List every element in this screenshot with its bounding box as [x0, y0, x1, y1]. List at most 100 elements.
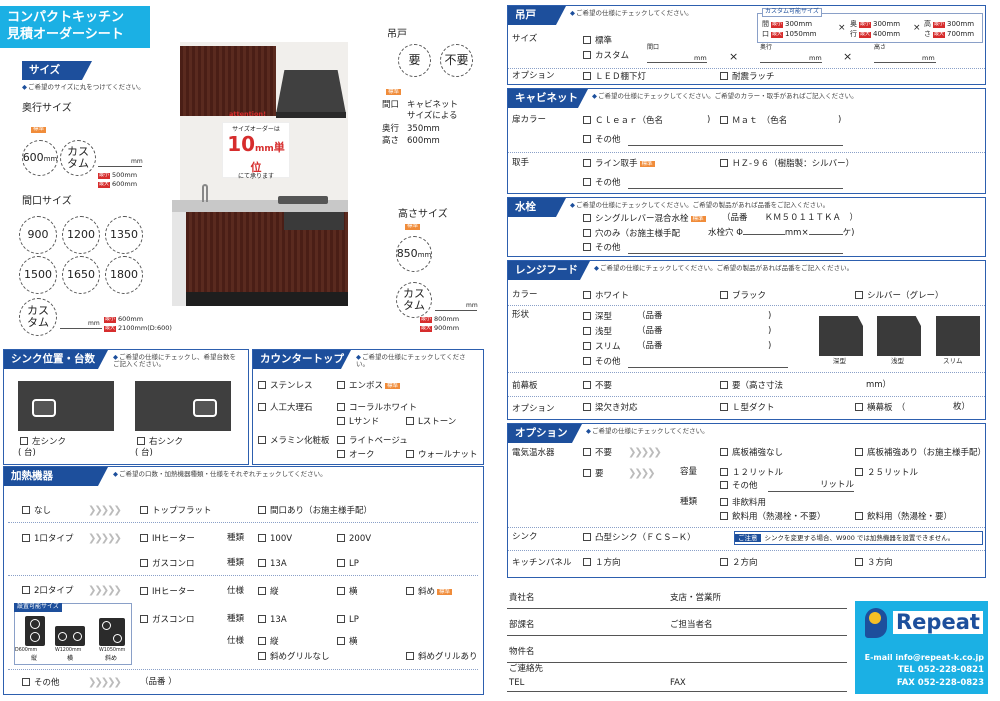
left-sink-option[interactable]: 左シンク [20, 437, 66, 448]
r-faucet-other[interactable]: その他 [583, 243, 621, 254]
width-option-900[interactable]: 900 [19, 216, 57, 254]
r-cab-clear[interactable]: Ｃｌｅａｒ（色名 [583, 116, 663, 127]
counter-lstone[interactable]: Lストーン [406, 417, 456, 428]
counter-emboss[interactable]: エンボス 標準 [337, 381, 401, 392]
width-option-1500[interactable]: 1500 [19, 256, 57, 294]
heating-two[interactable]: 2口タイプ [22, 586, 73, 597]
one-ih[interactable]: IHヒーター [140, 534, 195, 545]
two-13a[interactable]: 13A [258, 615, 287, 626]
two-ih-naname[interactable]: 斜め 標準 [406, 587, 453, 598]
r-opt-panel-2[interactable]: ２方向 [720, 558, 758, 569]
counter-oak[interactable]: オーク [337, 450, 375, 461]
height-850-option[interactable]: 標準 850mm [396, 223, 432, 272]
heating-topflat[interactable]: トップフラット [140, 506, 212, 517]
r-cab-mat[interactable]: Ｍａｔ （色名 [720, 116, 787, 127]
heating-none[interactable]: なし [22, 506, 51, 517]
heating-other[interactable]: その他 [22, 678, 60, 689]
r-hood-white[interactable]: ホワイト [583, 291, 629, 302]
counter-coral-white[interactable]: コーラルホワイト [337, 403, 417, 414]
depth-600-option[interactable]: 標準 600mm [22, 126, 58, 176]
width-option-1650[interactable]: 1650 [62, 256, 100, 294]
width-option-1800[interactable]: 1800 [105, 256, 143, 294]
logo-tel[interactable]: TEL 052-228-0821 [898, 665, 984, 676]
two-ih-yoko[interactable]: 横 [337, 587, 358, 598]
r-hang-led[interactable]: ＬＥＤ棚下灯 [583, 72, 646, 83]
one-13a[interactable]: 13A [258, 559, 287, 570]
two-gas[interactable]: ガスコンロ [140, 615, 195, 626]
two-ih-tate[interactable]: 縦 [258, 587, 279, 598]
one-100v[interactable]: 100V [258, 534, 292, 545]
r-cab-hz96[interactable]: ＨＺ-９６（樹脂製：シルバー） [720, 159, 854, 170]
r-hood-front-yes[interactable]: 要（高さ寸法 [720, 381, 783, 392]
height-custom-line[interactable] [435, 310, 477, 311]
r-opt-panel-1[interactable]: １方向 [583, 558, 621, 569]
heating-one[interactable]: 1口タイプ [22, 534, 73, 545]
r-hood-shape-other-line[interactable] [628, 367, 788, 368]
width-custom-line[interactable] [60, 328, 102, 329]
r-opt-lother[interactable]: その他 [720, 481, 758, 492]
r-hang-latch[interactable]: 耐震ラッチ [720, 72, 775, 83]
footer-dept-line[interactable] [507, 635, 847, 636]
r-hood-front-no[interactable]: 不要 [583, 381, 612, 392]
right-sink-option[interactable]: 右シンク [137, 437, 183, 448]
depth-custom-line[interactable] [98, 166, 142, 167]
r-hood-deep[interactable]: 深型 [583, 312, 612, 323]
r-cab-handle-other[interactable]: その他 [583, 178, 621, 189]
counter-melamine[interactable]: メラミン化粧板 [258, 436, 330, 447]
two-gas-yoko[interactable]: 横 [337, 637, 358, 648]
r-hood-silver[interactable]: シルバー（グレー） [855, 291, 944, 302]
logo-email[interactable]: E-mail info@repeat-k.co.jp [865, 653, 984, 662]
r-opt-nondrink[interactable]: 非飲料用 [720, 498, 766, 509]
one-lp[interactable]: LP [337, 559, 359, 570]
counter-lsand[interactable]: Lサンド [337, 417, 379, 428]
r-cab-door-other-line[interactable] [628, 145, 843, 146]
r-opt-panel-3[interactable]: ３方向 [855, 558, 893, 569]
r-hood-yoko[interactable]: 横幕板 （ [855, 403, 905, 414]
r-opt-sinkopt[interactable]: 凸型シンク（ＦＣＳ−Ｋ） [583, 533, 696, 544]
r-opt-drink2[interactable]: 飲料用（熱湯栓・要） [855, 512, 952, 523]
left-sink-count[interactable]: ( 台) [18, 448, 36, 459]
r-faucet-hole[interactable]: 穴のみ（お施主様手配 [583, 229, 680, 240]
counter-marble[interactable]: 人工大理石 [258, 403, 313, 414]
r-hood-black[interactable]: ブラック [720, 291, 766, 302]
two-gas-tate[interactable]: 縦 [258, 637, 279, 648]
two-lp[interactable]: LP [337, 615, 359, 626]
r-opt-reinf-yes[interactable]: 底板補強あり（お施主様手配） [855, 448, 986, 459]
hanging-yes[interactable]: 要 [398, 44, 431, 77]
heating-other-hinban[interactable]: （品番 ） [140, 677, 177, 688]
r-opt-25l[interactable]: ２５リットル [855, 468, 918, 479]
r-hood-cut[interactable]: 梁欠き対応 [583, 403, 638, 414]
r-opt-lother-line[interactable] [768, 491, 854, 492]
footer-property-line[interactable] [507, 662, 847, 663]
footer-tel-line[interactable] [507, 691, 847, 692]
r-faucet-hole-size[interactable]: 水栓穴 Φmm× ケ) [708, 228, 854, 239]
r-opt-heater-yes[interactable]: 要 [583, 469, 604, 480]
r-hang-std[interactable]: 標準 [583, 36, 612, 47]
hanging-no[interactable]: 不要 [440, 44, 473, 77]
r-hood-slim[interactable]: スリム [583, 342, 621, 353]
counter-stainless[interactable]: ステンレス [258, 381, 313, 392]
width-custom-option[interactable]: カスタム [19, 298, 57, 336]
one-gas[interactable]: ガスコンロ [140, 559, 195, 570]
counter-walnut[interactable]: ウォールナット [406, 450, 478, 461]
r-opt-12l[interactable]: １２リットル [720, 468, 783, 479]
logo-fax[interactable]: FAX 052-228-0823 [897, 678, 984, 689]
footer-company-line[interactable] [507, 608, 847, 609]
r-cab-line-handle[interactable]: ライン取手 標準 [583, 159, 655, 170]
width-option-1200[interactable]: 1200 [62, 216, 100, 254]
r-hang-custom[interactable]: カスタム [583, 51, 629, 62]
heating-gap[interactable]: 間口あり（お施主様手配） [258, 506, 372, 517]
r-faucet-other-line[interactable] [628, 253, 843, 254]
r-hood-shape-other[interactable]: その他 [583, 357, 621, 368]
r-hood-shallow[interactable]: 浅型 [583, 327, 612, 338]
r-cab-door-other[interactable]: その他 [583, 135, 621, 146]
right-sink-count[interactable]: ( 台) [135, 448, 153, 459]
height-custom-option[interactable]: カスタム [396, 282, 432, 318]
one-200v[interactable]: 200V [337, 534, 371, 545]
two-gas-withgrill[interactable]: 斜めグリルあり [406, 652, 478, 663]
r-opt-reinf-no[interactable]: 底板補強なし [720, 448, 783, 459]
two-ih[interactable]: IHヒーター [140, 587, 195, 598]
r-opt-heater-no[interactable]: 不要 [583, 448, 612, 459]
r-faucet-single[interactable]: シングルレバー混合水栓 標準 [583, 214, 706, 225]
r-cab-handle-other-line[interactable] [628, 188, 843, 189]
